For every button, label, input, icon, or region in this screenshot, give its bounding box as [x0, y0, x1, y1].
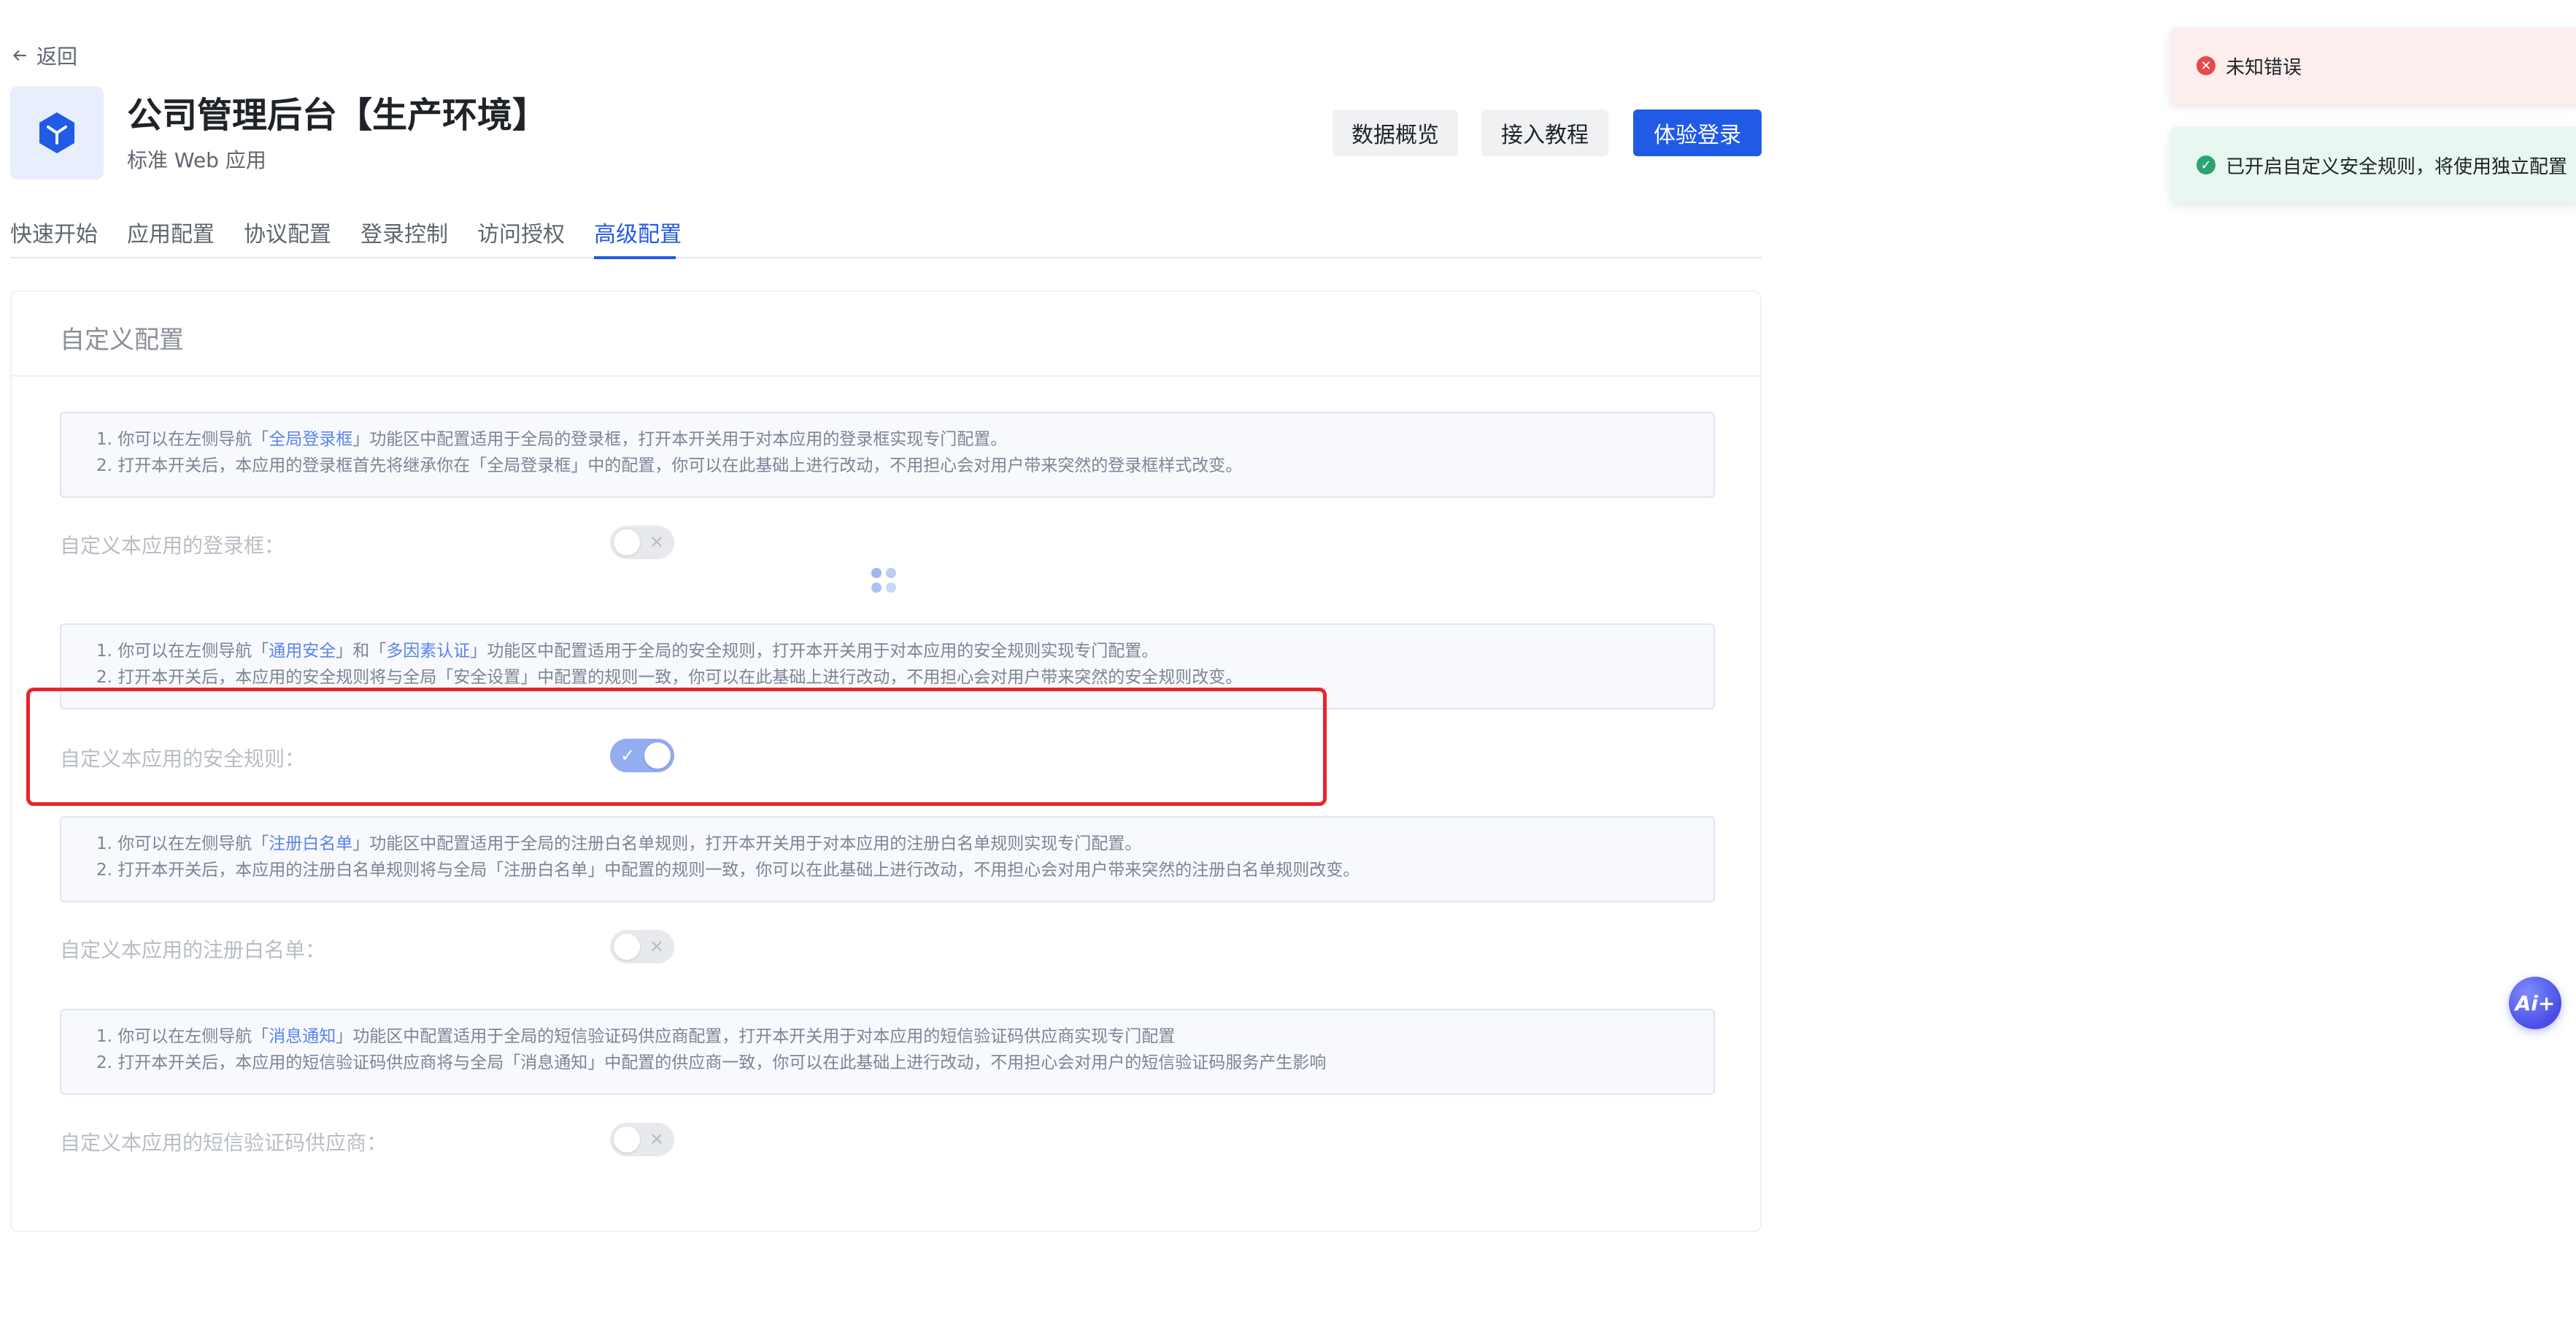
global-login-box-link[interactable]: 全局登录框: [269, 430, 352, 449]
tab-protocol-config[interactable]: 协议配置: [244, 216, 331, 248]
success-check-icon: ✓: [2197, 155, 2216, 174]
data-overview-button[interactable]: 数据概览: [1333, 109, 1458, 156]
info-line: 2. 打开本开关后，本应用的注册白名单规则将与全局「注册白名单」中配置的规则一致…: [96, 861, 1360, 880]
tab-app-config[interactable]: 应用配置: [127, 216, 215, 248]
info-line: 2. 打开本开关后，本应用的短信验证码供应商将与全局「消息通知」中配置的供应商一…: [96, 1053, 1327, 1072]
info-line: 2. 打开本开关后，本应用的安全规则将与全局「安全设置」中配置的规则一致，你可以…: [96, 668, 1243, 687]
arrow-left-icon: [12, 50, 26, 61]
custom-register-whitelist-switch[interactable]: ✕: [610, 930, 674, 964]
mfa-link[interactable]: 多因素认证: [386, 642, 470, 661]
tab-bar: 快速开始 应用配置 协议配置 登录控制 访问授权 高级配置: [10, 216, 1762, 259]
tutorial-button[interactable]: 接入教程: [1481, 109, 1608, 156]
switch-knob: [614, 1126, 640, 1153]
error-icon: ✕: [2197, 56, 2216, 75]
info-line: 2. 打开本开关后，本应用的登录框首先将继承你在「全局登录框」中的配置，你可以在…: [96, 456, 1243, 475]
message-notify-link[interactable]: 消息通知: [269, 1027, 336, 1046]
success-toast: ✓ 已开启自定义安全规则，将使用独立配置: [2170, 127, 2576, 203]
app-logo: [10, 86, 104, 180]
back-link[interactable]: 返回: [10, 41, 77, 70]
tab-quick-start[interactable]: 快速开始: [10, 216, 98, 248]
custom-login-box-label: 自定义本应用的登录框：: [60, 534, 285, 558]
custom-sms-provider-label: 自定义本应用的短信验证码供应商：: [60, 1131, 387, 1155]
cube-icon: [39, 112, 74, 153]
ai-assistant-button[interactable]: Ai+: [2509, 977, 2561, 1029]
custom-login-box-switch[interactable]: ✕: [610, 526, 674, 559]
active-tab-indicator: [594, 256, 676, 259]
tab-access-auth[interactable]: 访问授权: [477, 216, 565, 248]
info-line: 1. 你可以在左侧导航「注册白名单」功能区中配置适用于全局的注册白名单规则，打开…: [96, 834, 1142, 853]
loading-spinner-icon: [871, 568, 898, 594]
info-sms-provider: 1. 你可以在左侧导航「消息通知」功能区中配置适用于全局的短信验证码供应商配置，…: [60, 1009, 1715, 1095]
try-login-button[interactable]: 体验登录: [1633, 109, 1762, 156]
custom-register-whitelist-label: 自定义本应用的注册白名单：: [60, 938, 326, 962]
highlight-box: [26, 688, 1327, 806]
info-register-whitelist: 1. 你可以在左侧导航「注册白名单」功能区中配置适用于全局的注册白名单规则，打开…: [60, 816, 1715, 902]
app-type: 标准 Web 应用: [127, 148, 266, 172]
switch-knob: [614, 529, 640, 556]
success-toast-message: 已开启自定义安全规则，将使用独立配置: [2226, 155, 2568, 178]
info-login-box: 1. 你可以在左侧导航「全局登录框」功能区中配置适用于全局的登录框，打开本开关用…: [60, 412, 1715, 498]
info-line: 1. 你可以在左侧导航「全局登录框」功能区中配置适用于全局的登录框，打开本开关用…: [96, 430, 1008, 449]
error-toast: ✕ 未知错误: [2170, 28, 2576, 104]
switch-knob: [614, 934, 640, 960]
close-icon: ✕: [649, 532, 664, 553]
tab-advanced-config[interactable]: 高级配置: [594, 216, 682, 248]
close-icon: ✕: [649, 1129, 664, 1150]
card-divider: [12, 375, 1760, 377]
back-label: 返回: [36, 45, 78, 69]
info-line: 1. 你可以在左侧导航「通用安全」和「多因素认证」功能区中配置适用于全局的安全规…: [96, 642, 1159, 661]
card-title: 自定义配置: [60, 326, 184, 355]
general-security-link[interactable]: 通用安全: [269, 642, 336, 661]
custom-sms-provider-switch[interactable]: ✕: [610, 1123, 674, 1156]
error-toast-message: 未知错误: [2226, 56, 2302, 79]
register-whitelist-link[interactable]: 注册白名单: [269, 834, 352, 853]
close-icon: ✕: [649, 937, 664, 957]
info-line: 1. 你可以在左侧导航「消息通知」功能区中配置适用于全局的短信验证码供应商配置，…: [96, 1027, 1176, 1046]
tab-login-control[interactable]: 登录控制: [360, 216, 448, 248]
page-title: 公司管理后台【生产环境】: [127, 95, 548, 136]
